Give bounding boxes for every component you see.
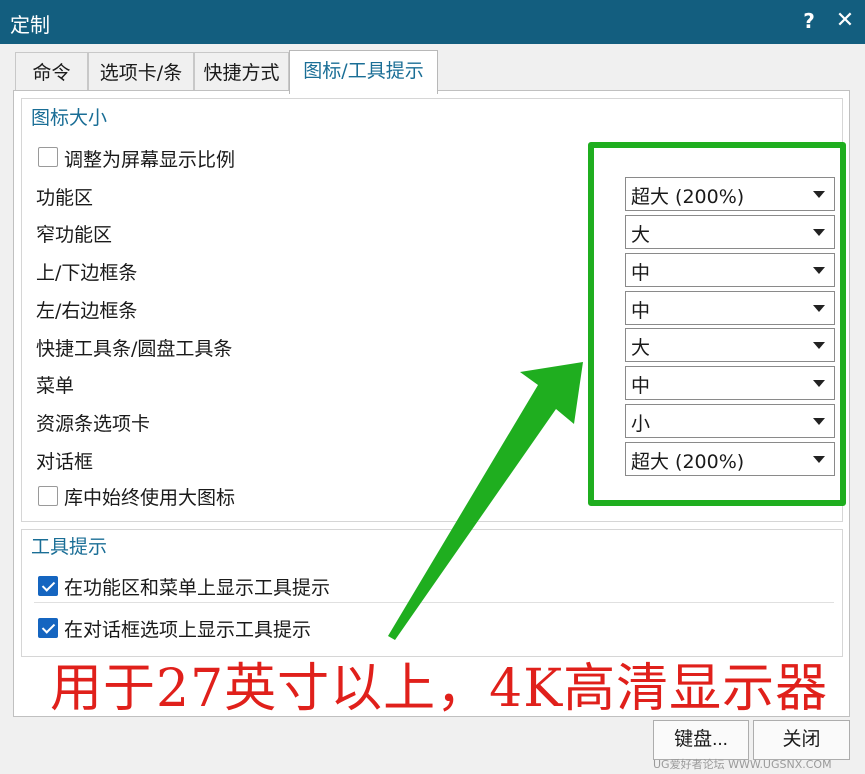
tab-commands[interactable]: 命令 xyxy=(15,52,88,92)
left-right-border-size-value: 中 xyxy=(631,300,651,322)
tooltip-group: 工具提示 在功能区和菜单上显示工具提示 在对话框选项上显示工具提示 xyxy=(21,529,843,657)
narrow-ribbon-size-value: 大 xyxy=(631,224,651,246)
tooltip-title: 工具提示 xyxy=(31,536,108,558)
dialog-label: 对话框 xyxy=(36,451,94,473)
chevron-down-icon xyxy=(813,418,825,425)
resource-bar-tab-size-select[interactable]: 小 xyxy=(625,404,835,438)
chevron-down-icon xyxy=(813,380,825,387)
chevron-down-icon xyxy=(813,229,825,236)
top-bottom-border-size-select[interactable]: 中 xyxy=(625,253,835,287)
ribbon-size-value: 超大 (200%) xyxy=(631,186,745,208)
menu-size-value: 中 xyxy=(631,375,651,397)
help-icon[interactable]: ? xyxy=(797,6,821,36)
resource-bar-tab-label: 资源条选项卡 xyxy=(36,413,151,435)
menu-size-select[interactable]: 中 xyxy=(625,366,835,400)
scale-to-display-checkbox[interactable] xyxy=(38,147,58,167)
shortcut-toolbar-label: 快捷工具条/圆盘工具条 xyxy=(36,338,233,360)
menu-label: 菜单 xyxy=(36,375,75,397)
scale-to-display-label: 调整为屏幕显示比例 xyxy=(64,149,236,171)
chevron-down-icon xyxy=(813,305,825,312)
top-bottom-border-label: 上/下边框条 xyxy=(36,262,138,284)
shortcut-toolbar-size-select[interactable]: 大 xyxy=(625,328,835,362)
tab-panel: 图标大小 调整为屏幕显示比例 功能区 超大 (200%) 窄功能区 大 上/下边… xyxy=(13,90,850,717)
dialog-option-tooltip-label: 在对话框选项上显示工具提示 xyxy=(64,619,312,641)
close-icon[interactable]: ✕ xyxy=(833,6,857,36)
ribbon-label: 功能区 xyxy=(36,187,94,209)
chevron-down-icon xyxy=(813,191,825,198)
annotation-text: 用于27英寸以上，4K高清显示器 xyxy=(50,659,829,719)
icon-size-group: 图标大小 调整为屏幕显示比例 功能区 超大 (200%) 窄功能区 大 上/下边… xyxy=(21,98,843,522)
window-title: 定制 xyxy=(10,13,50,37)
narrow-ribbon-size-select[interactable]: 大 xyxy=(625,215,835,249)
left-right-border-label: 左/右边框条 xyxy=(36,300,138,322)
dialog-size-select[interactable]: 超大 (200%) xyxy=(625,442,835,476)
shortcut-toolbar-size-value: 大 xyxy=(631,337,651,359)
tab-shortcuts[interactable]: 快捷方式 xyxy=(194,52,289,92)
chevron-down-icon xyxy=(813,342,825,349)
keyboard-button[interactable]: 键盘... xyxy=(653,720,749,760)
ribbon-size-select[interactable]: 超大 (200%) xyxy=(625,177,835,211)
ribbon-menu-tooltip-label: 在功能区和菜单上显示工具提示 xyxy=(64,577,331,599)
tab-icons-tooltips[interactable]: 图标/工具提示 xyxy=(289,50,438,94)
resource-bar-tab-size-value: 小 xyxy=(631,413,651,435)
top-bottom-border-size-value: 中 xyxy=(631,262,651,284)
chevron-down-icon xyxy=(813,456,825,463)
left-right-border-size-select[interactable]: 中 xyxy=(625,291,835,325)
close-button[interactable]: 关闭 xyxy=(753,720,850,760)
icon-size-title: 图标大小 xyxy=(31,107,108,129)
ribbon-menu-tooltip-checkbox[interactable] xyxy=(38,576,58,596)
tooltip-divider xyxy=(34,602,834,603)
chevron-down-icon xyxy=(813,267,825,274)
narrow-ribbon-label: 窄功能区 xyxy=(36,224,113,246)
library-large-icons-label: 库中始终使用大图标 xyxy=(64,487,236,509)
library-large-icons-checkbox[interactable] xyxy=(38,486,58,506)
tab-ribbon-bars[interactable]: 选项卡/条 xyxy=(88,52,194,92)
dialog-option-tooltip-checkbox[interactable] xyxy=(38,618,58,638)
dialog-size-value: 超大 (200%) xyxy=(631,451,745,473)
watermark: UG爱好者论坛 WWW.UGSNX.COM xyxy=(653,758,832,771)
title-bar: 定制 ? ✕ xyxy=(0,0,865,44)
